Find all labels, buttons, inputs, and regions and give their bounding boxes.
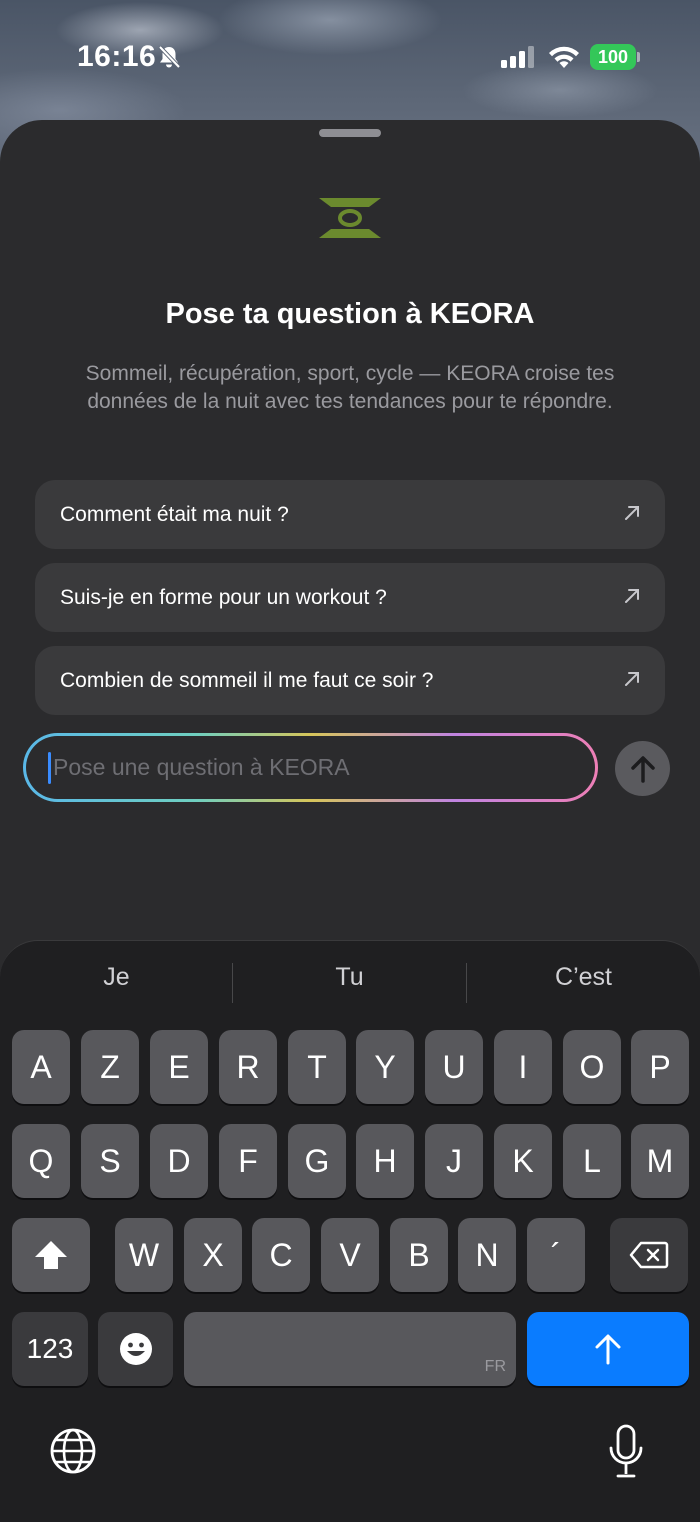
arrow-up-right-icon	[625, 589, 639, 603]
sheet-title: Pose ta question à KEORA	[165, 298, 535, 330]
emoji-icon	[119, 1333, 152, 1365]
key-x[interactable]: X	[184, 1218, 242, 1292]
key-o[interactable]: O	[563, 1030, 621, 1104]
key-v[interactable]: V	[321, 1218, 379, 1292]
key-j[interactable]: J	[425, 1124, 483, 1198]
key-e[interactable]: E	[150, 1030, 208, 1104]
key-q[interactable]: Q	[12, 1124, 70, 1198]
key-l[interactable]: L	[563, 1124, 621, 1198]
question-input[interactable]	[53, 754, 553, 781]
key-b[interactable]: B	[390, 1218, 448, 1292]
delete-backspace-icon	[629, 1241, 669, 1269]
delete-key[interactable]	[610, 1218, 688, 1292]
numbers-key[interactable]: 123	[12, 1312, 88, 1386]
key-u[interactable]: U	[425, 1030, 483, 1104]
key-m[interactable]: M	[631, 1124, 689, 1198]
status-bar: 16:16 100	[0, 0, 700, 115]
sheet-grabber[interactable]	[319, 129, 381, 137]
sheet-subtitle: Sommeil, récupération, sport, cycle — KE…	[85, 362, 615, 413]
suggestion-label: Combien de sommeil il me faut ce soir ?	[60, 668, 434, 692]
cellular-signal-icon	[501, 46, 534, 68]
arrow-up-right-icon	[625, 506, 639, 520]
wifi-icon	[549, 46, 579, 68]
suggestion-label: Suis-je en forme pour un workout ?	[60, 585, 387, 609]
globe-icon[interactable]	[48, 1426, 98, 1476]
arrow-up-right-icon	[625, 672, 639, 686]
prediction-bar: Je Tu C’est	[0, 941, 700, 1027]
key-w[interactable]: W	[115, 1218, 173, 1292]
key-f[interactable]: F	[219, 1124, 277, 1198]
bell-off-icon	[158, 45, 181, 69]
keora-logo-icon	[319, 198, 381, 238]
key-accent[interactable]: ´	[527, 1218, 585, 1292]
space-key[interactable]: FR	[184, 1312, 516, 1386]
shift-icon	[35, 1241, 67, 1269]
battery-indicator: 100	[590, 44, 636, 70]
suggestion-chip[interactable]: Comment était ma nuit ?	[35, 480, 665, 549]
arrow-up-icon	[595, 1334, 621, 1365]
text-caret	[48, 751, 51, 784]
keyboard-language-label: FR	[484, 1358, 506, 1375]
status-time: 16:16	[77, 40, 157, 73]
key-h[interactable]: H	[356, 1124, 414, 1198]
suggestion-label: Comment était ma nuit ?	[60, 502, 289, 526]
question-input-frame[interactable]	[23, 733, 598, 802]
key-y[interactable]: Y	[356, 1030, 414, 1104]
return-key[interactable]	[527, 1312, 689, 1386]
key-i[interactable]: I	[494, 1030, 552, 1104]
key-a[interactable]: A	[12, 1030, 70, 1104]
key-k[interactable]: K	[494, 1124, 552, 1198]
key-t[interactable]: T	[288, 1030, 346, 1104]
key-n[interactable]: N	[458, 1218, 516, 1292]
key-g[interactable]: G	[288, 1124, 346, 1198]
arrow-up-icon	[630, 755, 655, 783]
battery-nub	[637, 52, 640, 62]
key-c[interactable]: C	[252, 1218, 310, 1292]
key-p[interactable]: P	[631, 1030, 689, 1104]
prediction-item[interactable]: C’est	[467, 963, 700, 992]
emoji-key[interactable]	[98, 1312, 173, 1386]
shift-key[interactable]	[12, 1218, 90, 1292]
key-z[interactable]: Z	[81, 1030, 139, 1104]
prediction-item[interactable]: Tu	[233, 963, 466, 992]
microphone-icon[interactable]	[606, 1424, 646, 1480]
prediction-item[interactable]: Je	[0, 963, 233, 992]
key-d[interactable]: D	[150, 1124, 208, 1198]
key-r[interactable]: R	[219, 1030, 277, 1104]
suggestion-chip[interactable]: Suis-je en forme pour un workout ?	[35, 563, 665, 632]
suggestion-chip[interactable]: Combien de sommeil il me faut ce soir ?	[35, 646, 665, 715]
send-button[interactable]	[615, 741, 670, 796]
keyboard: Je Tu C’est A Z E R T Y U I O P Q S D F …	[0, 940, 700, 1522]
key-s[interactable]: S	[81, 1124, 139, 1198]
